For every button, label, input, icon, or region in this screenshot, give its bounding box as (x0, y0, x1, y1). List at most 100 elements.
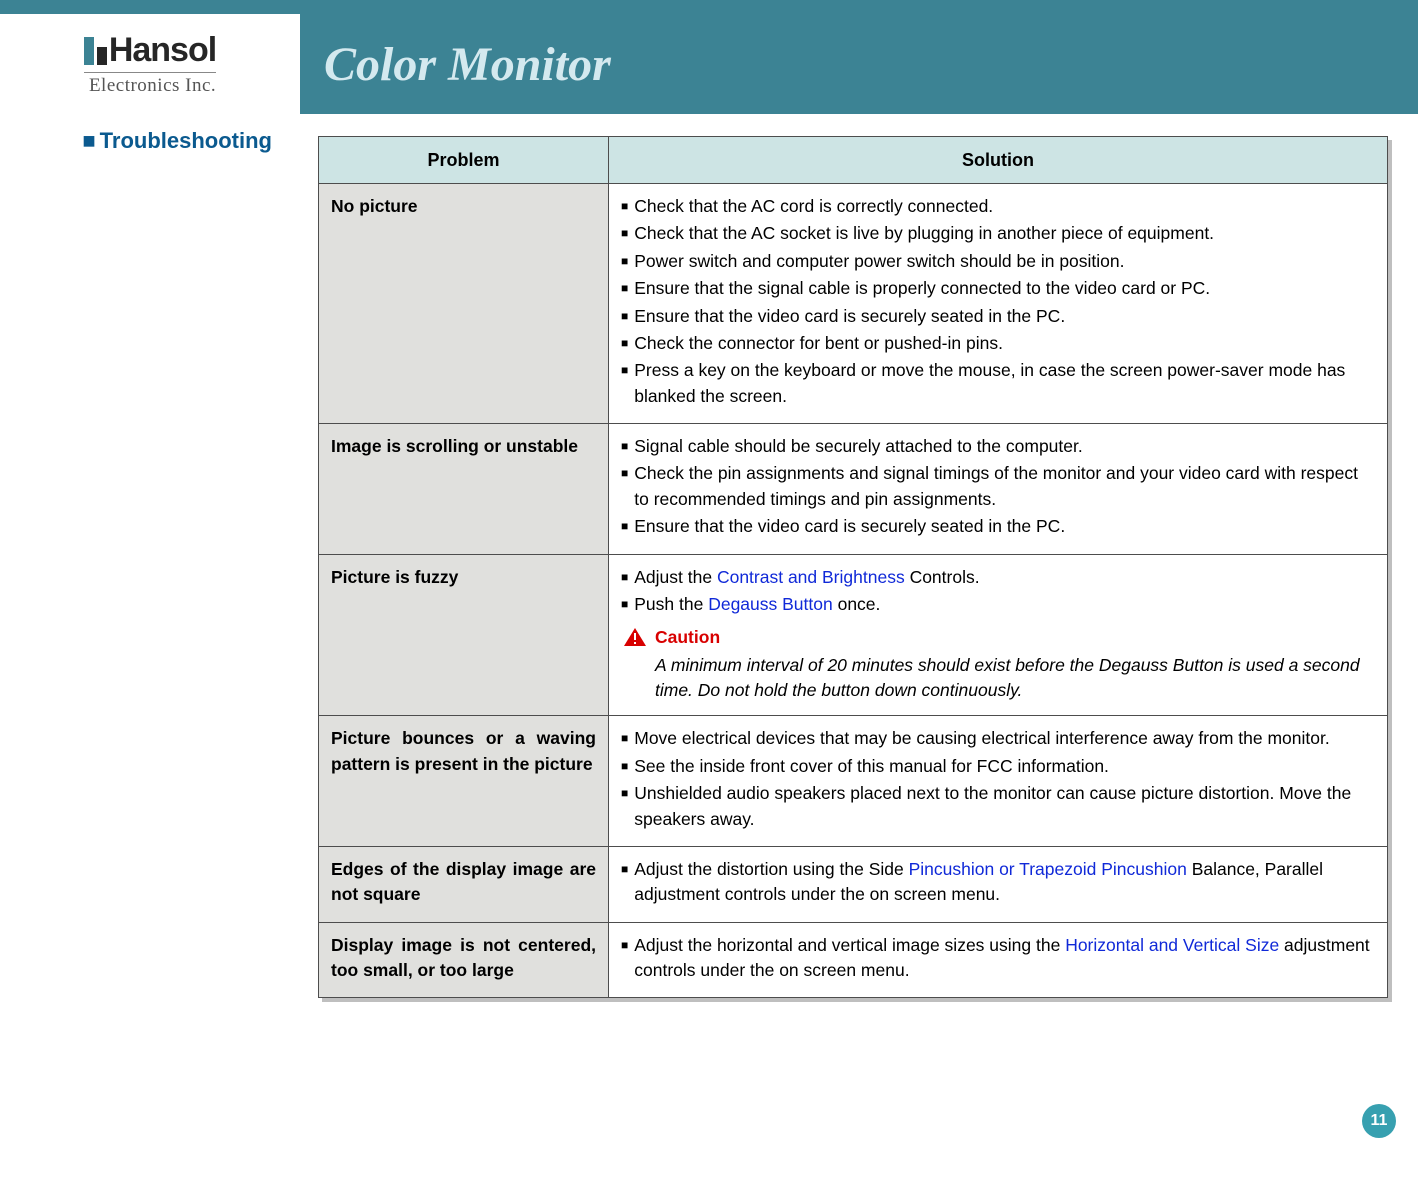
solution-line: ■Press a key on the keyboard or move the… (621, 358, 1375, 409)
solution-line: ■Push the Degauss Button once. (621, 592, 1375, 617)
square-bullet-icon: ■ (621, 461, 628, 512)
problem-cell: Edges of the display image are not squar… (319, 846, 609, 922)
solution-line: ■ Adjust the horizontal and vertical imag… (621, 933, 1375, 984)
solution-text: Adjust the distortion using the Side Pin… (634, 857, 1375, 908)
solution-line: ■ Ensure that the video card is securely … (621, 514, 1375, 539)
solution-line: ■Move electrical devices that may be cau… (621, 726, 1375, 751)
text-run: Check that the AC cord is correctly conn… (634, 196, 993, 216)
problem-cell: Display image is not centered, too small… (319, 922, 609, 998)
solution-cell: ■ Signal cable should be securely attache… (609, 424, 1388, 555)
link-text: Horizontal and Vertical Size (1065, 935, 1279, 955)
text-run: Ensure that the video card is securely s… (634, 516, 1065, 536)
top-strip (0, 0, 1418, 14)
solution-line: ■Unshielded audio speakers placed next t… (621, 781, 1375, 832)
logo-area: Hansol Electronics Inc. (0, 14, 300, 114)
solution-text: See the inside front cover of this manua… (634, 754, 1375, 779)
sidebar-lower (0, 114, 300, 1182)
square-bullet-icon: ■ (621, 933, 628, 984)
solution-text: Adjust the Contrast and Brightness Contr… (634, 565, 1375, 590)
header-bar: Color Monitor (300, 14, 1418, 114)
square-bullet-icon: ■ (621, 726, 628, 751)
problem-cell: No picture (319, 184, 609, 424)
text-run: Power switch and computer power switch s… (634, 251, 1124, 271)
solution-line: ■ Check that the AC cord is correctly con… (621, 194, 1375, 219)
square-bullet-icon: ■ (621, 276, 628, 301)
square-bullet-icon: ■ (621, 857, 628, 908)
text-run: Controls. (905, 567, 980, 587)
caution-body: A minimum interval of 20 minutes should … (655, 653, 1375, 704)
solution-text: Push the Degauss Button once. (634, 592, 1375, 617)
solution-cell: ■ Adjust the horizontal and vertical imag… (609, 922, 1388, 998)
solution-text: Check the connector for bent or pushed-i… (634, 331, 1375, 356)
text-run: Unshielded audio speakers placed next to… (634, 783, 1351, 828)
text-run: Check the pin assignments and signal tim… (634, 463, 1358, 508)
solution-text: Power switch and computer power switch s… (634, 249, 1375, 274)
solution-text: Move electrical devices that may be caus… (634, 726, 1375, 751)
table-row: Display image is not centered, too small… (319, 922, 1388, 998)
solution-line: ■ Ensure that the video card is securely … (621, 304, 1375, 329)
text-run: once. (833, 594, 881, 614)
square-bullet-icon: ■ (621, 592, 628, 617)
solution-text: Check that the AC socket is live by plug… (634, 221, 1375, 246)
text-run: Check the connector for bent or pushed-i… (634, 333, 1003, 353)
solution-line: ■ Ensure that the signal cable is properl… (621, 276, 1375, 301)
solution-text: Unshielded audio speakers placed next to… (634, 781, 1375, 832)
square-bullet-icon: ■ (621, 221, 628, 246)
square-bullet-icon: ■ (621, 754, 628, 779)
troubleshooting-table: Problem Solution No picture■Check that t… (318, 136, 1388, 998)
brand-name: Hansol (109, 31, 216, 70)
problem-cell: Image is scrolling or unstable (319, 424, 609, 555)
text-run: See the inside front cover of this manua… (634, 756, 1109, 776)
solution-line: ■Adjust the Contrast and Brightness Cont… (621, 565, 1375, 590)
warning-triangle-icon (623, 627, 647, 647)
solution-text: Ensure that the signal cable is properly… (634, 276, 1375, 301)
caution-block: Caution (623, 625, 1375, 650)
section-heading: Troubleshooting (100, 128, 272, 153)
square-bullet-icon: ■ (621, 194, 628, 219)
text-run: Push the (634, 594, 708, 614)
text-run: Signal cable should be securely attached… (634, 436, 1082, 456)
square-bullet-icon: ■ (621, 304, 628, 329)
solution-text: Ensure that the video card is securely s… (634, 514, 1375, 539)
table-row: Picture is fuzzy ■Adjust the Contrast and… (319, 554, 1388, 716)
square-bullet-icon: ■ (621, 514, 628, 539)
problem-cell: Picture bounces or a waving pattern is p… (319, 716, 609, 847)
square-bullet-icon: ■ (621, 781, 628, 832)
square-bullet-icon: ■ (621, 249, 628, 274)
page-number: 11 (1371, 1112, 1388, 1130)
text-run: Ensure that the signal cable is properly… (634, 278, 1210, 298)
content-area: Problem Solution No picture■Check that t… (318, 136, 1388, 998)
section-heading-row: ■Troubleshooting (0, 128, 300, 154)
solution-text: Ensure that the video card is securely s… (634, 304, 1375, 329)
brand-subtitle: Electronics Inc. (84, 72, 216, 97)
solution-cell: ■Adjust the Contrast and Brightness Cont… (609, 554, 1388, 716)
table-row: No picture■Check that the AC cord is cor… (319, 184, 1388, 424)
logo-mark-icon (84, 37, 107, 65)
solution-text: Check that the AC cord is correctly conn… (634, 194, 1375, 219)
text-run: Adjust the (634, 567, 717, 587)
solution-text: Adjust the horizontal and vertical image… (634, 933, 1375, 984)
link-text: Degauss Button (708, 594, 833, 614)
solution-cell: ■Adjust the distortion using the Side Pi… (609, 846, 1388, 922)
square-bullet-icon: ■ (621, 358, 628, 409)
page-number-badge: 11 (1362, 1104, 1396, 1138)
solution-line: ■ Signal cable should be securely attache… (621, 434, 1375, 459)
solution-cell: ■ Check that the AC cord is correctly con… (609, 184, 1388, 424)
problem-cell: Picture is fuzzy (319, 554, 609, 716)
solution-line: ■Check the connector for bent or pushed-… (621, 331, 1375, 356)
col-header-problem: Problem (319, 137, 609, 184)
square-bullet-icon: ■ (82, 128, 95, 153)
table-row: Image is scrolling or unstable■Signal ca… (319, 424, 1388, 555)
square-bullet-icon: ■ (621, 434, 628, 459)
solution-cell: ■Move electrical devices that may be cau… (609, 716, 1388, 847)
table-row: Picture bounces or a waving pattern is p… (319, 716, 1388, 847)
col-header-solution: Solution (609, 137, 1388, 184)
text-run: Adjust the horizontal and vertical image… (634, 935, 1065, 955)
solution-line: ■ Power switch and computer power switch … (621, 249, 1375, 274)
text-run: Press a key on the keyboard or move the … (634, 360, 1345, 405)
text-run: Check that the AC socket is live by plug… (634, 223, 1214, 243)
solution-line: ■ See the inside front cover of this manu… (621, 754, 1375, 779)
solution-text: Check the pin assignments and signal tim… (634, 461, 1375, 512)
text-run: Ensure that the video card is securely s… (634, 306, 1065, 326)
link-text: Pincushion or Trapezoid Pincushion (909, 859, 1187, 879)
